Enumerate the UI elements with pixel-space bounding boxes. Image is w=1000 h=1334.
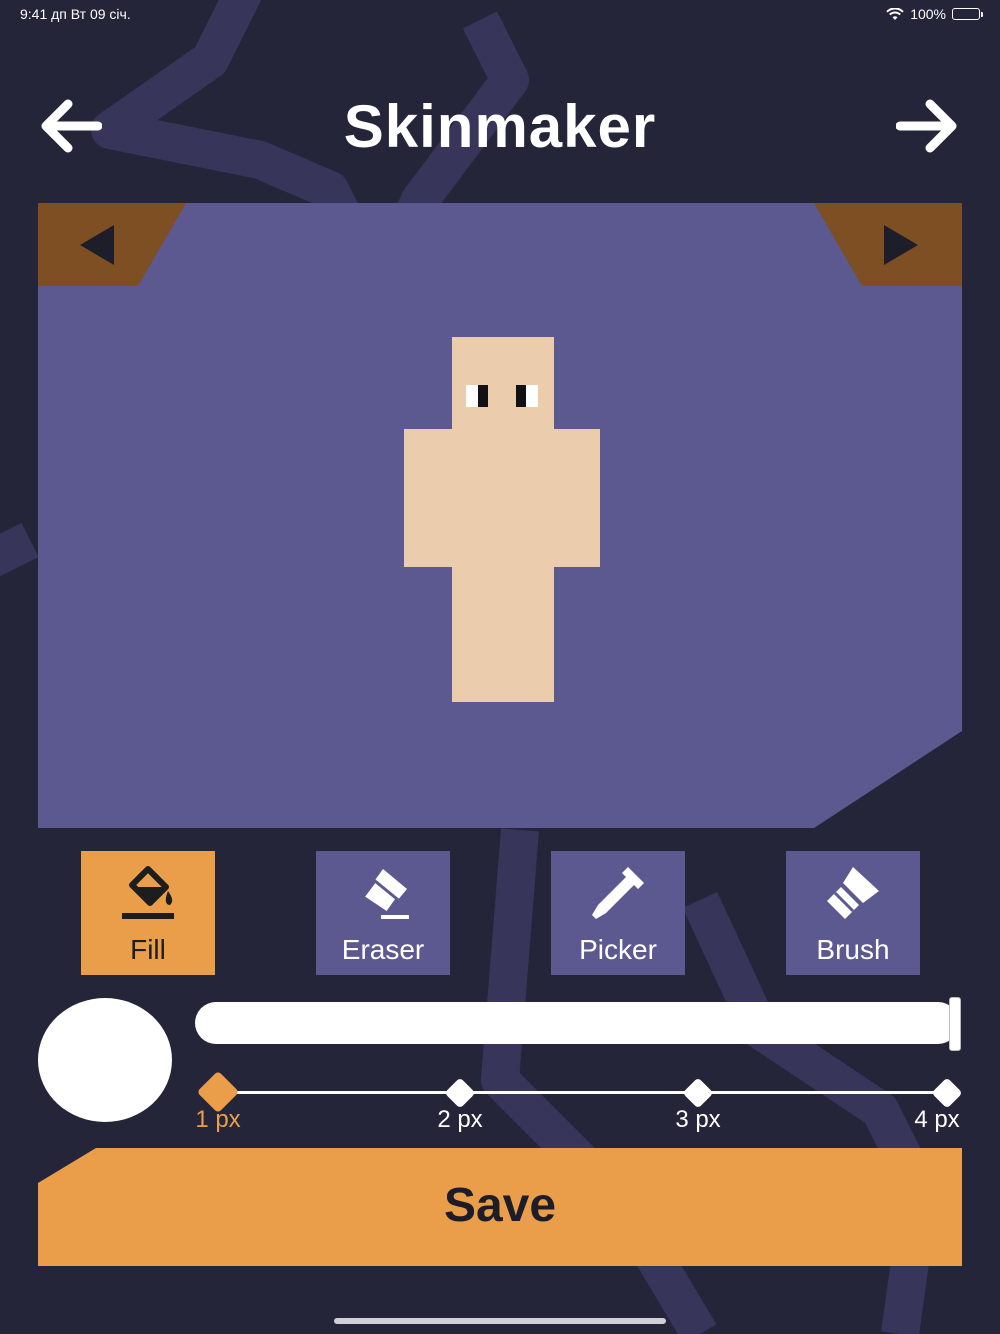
size-label-3px[interactable]: 3 px <box>648 1106 748 1134</box>
fill-tool-label: Fill <box>130 934 166 965</box>
picker-tool-button[interactable]: Picker <box>551 851 685 975</box>
brush-tool-button[interactable]: Brush <box>786 851 920 975</box>
eyedropper-icon <box>592 867 644 919</box>
eraser-icon <box>360 869 409 919</box>
next-view-button[interactable] <box>812 203 962 286</box>
status-time: 9:41 дп Вт 09 січ. <box>20 6 131 22</box>
brush-tool-label: Brush <box>816 934 890 965</box>
battery-percent: 100% <box>910 6 946 22</box>
battery-icon <box>952 8 983 20</box>
skin-canvas[interactable] <box>38 203 962 828</box>
current-color-swatch[interactable] <box>38 998 172 1122</box>
picker-tool-label: Picker <box>579 934 657 965</box>
slider-handle[interactable] <box>949 997 961 1051</box>
save-button[interactable]: Save <box>38 1148 962 1266</box>
size-track <box>218 1091 948 1094</box>
home-indicator[interactable] <box>334 1318 666 1324</box>
tool-bar: Fill Eraser Picker Brush <box>0 851 1000 975</box>
previous-view-button[interactable] <box>38 203 188 286</box>
size-label-1px[interactable]: 1 px <box>168 1106 268 1134</box>
save-label: Save <box>443 1179 557 1232</box>
forward-button[interactable] <box>895 96 960 156</box>
arrow-right-icon <box>895 99 957 153</box>
paint-bucket-icon <box>122 866 174 919</box>
skin-preview[interactable] <box>38 203 962 828</box>
size-label-2px[interactable]: 2 px <box>410 1106 510 1134</box>
color-brightness-slider[interactable] <box>195 1002 959 1044</box>
fill-tool-button[interactable]: Fill <box>81 851 215 975</box>
eraser-tool-button[interactable]: Eraser <box>316 851 450 975</box>
wifi-icon <box>886 7 904 20</box>
status-bar: 9:41 дп Вт 09 січ. 100% <box>20 4 983 26</box>
eraser-tool-label: Eraser <box>341 934 425 965</box>
size-label-4px[interactable]: 4 px <box>887 1106 987 1134</box>
brush-icon <box>827 867 879 919</box>
page-title: Skinmaker <box>343 93 657 160</box>
